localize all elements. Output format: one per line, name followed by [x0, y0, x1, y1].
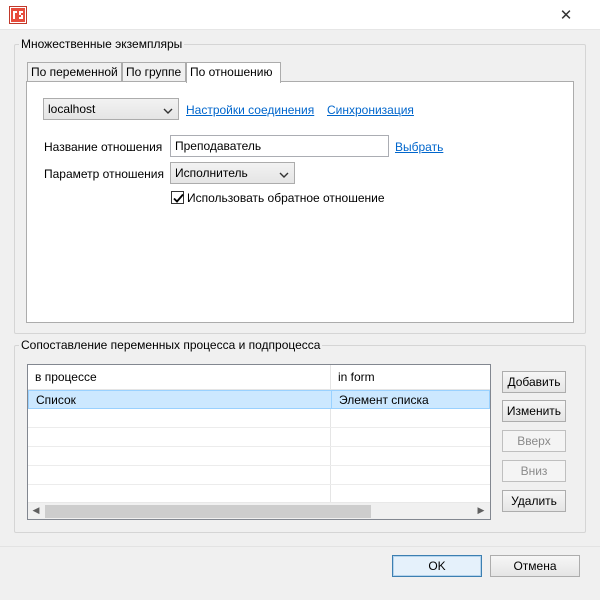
- add-button[interactable]: Добавить: [502, 371, 566, 393]
- chevron-down-icon: [278, 167, 290, 179]
- move-up-button[interactable]: Вверх: [502, 430, 566, 452]
- edit-button[interactable]: Изменить: [502, 400, 566, 422]
- scroll-right-icon[interactable]: ▶: [474, 505, 488, 518]
- delete-button[interactable]: Удалить: [502, 490, 566, 512]
- table-row-empty: [28, 447, 490, 466]
- reverse-relation-label: Использовать обратное отношение: [187, 191, 385, 205]
- relation-name-label: Название отношения: [44, 140, 163, 154]
- mapping-table[interactable]: в процессе in form Список Элемент списка…: [27, 364, 491, 520]
- cancel-button[interactable]: Отмена: [490, 555, 580, 577]
- relation-param-value: Исполнитель: [175, 166, 248, 180]
- app-icon: [9, 6, 27, 24]
- relation-name-value: Преподаватель: [175, 139, 262, 153]
- table-header: в процессе in form: [28, 365, 490, 390]
- mapping-group-title: Сопоставление переменных процесса и подп…: [19, 338, 323, 352]
- table-row-empty: [28, 409, 490, 428]
- chevron-down-icon: [162, 103, 174, 115]
- column-header-in-form[interactable]: in form: [330, 365, 490, 389]
- relation-name-field[interactable]: Преподаватель: [170, 135, 389, 157]
- title-bar: ✕: [0, 0, 600, 30]
- cell-in-form: Элемент списка: [331, 391, 490, 409]
- multi-instance-group-title: Множественные экземпляры: [19, 37, 185, 51]
- cell-in-process: Список: [36, 393, 76, 407]
- horizontal-scrollbar[interactable]: ◀ ▶: [28, 502, 490, 519]
- tab-by-group[interactable]: По группе: [122, 62, 186, 82]
- relation-param-combo[interactable]: Исполнитель: [170, 162, 295, 184]
- ok-button[interactable]: OK: [392, 555, 482, 577]
- server-combo[interactable]: localhost: [43, 98, 179, 120]
- scroll-left-icon[interactable]: ◀: [29, 505, 43, 518]
- close-icon[interactable]: ✕: [556, 6, 576, 24]
- sync-link[interactable]: Синхронизация: [327, 103, 414, 117]
- choose-link[interactable]: Выбрать: [395, 140, 443, 154]
- scrollbar-thumb[interactable]: [45, 505, 371, 518]
- server-combo-value: localhost: [48, 102, 96, 116]
- reverse-relation-checkbox[interactable]: [171, 191, 184, 204]
- column-header-in-process[interactable]: в процессе: [28, 365, 330, 389]
- footer-separator: [0, 546, 600, 547]
- table-row-empty: [28, 428, 490, 447]
- table-row-empty: [28, 466, 490, 485]
- tab-by-variable[interactable]: По переменной: [27, 62, 122, 82]
- tab-by-relation[interactable]: По отношению: [186, 62, 281, 83]
- checkmark-icon: [173, 193, 184, 203]
- connection-settings-link[interactable]: Настройки соединения: [186, 103, 314, 117]
- move-down-button[interactable]: Вниз: [502, 460, 566, 482]
- table-row[interactable]: Список Элемент списка: [28, 390, 490, 409]
- relation-param-label: Параметр отношения: [44, 167, 165, 181]
